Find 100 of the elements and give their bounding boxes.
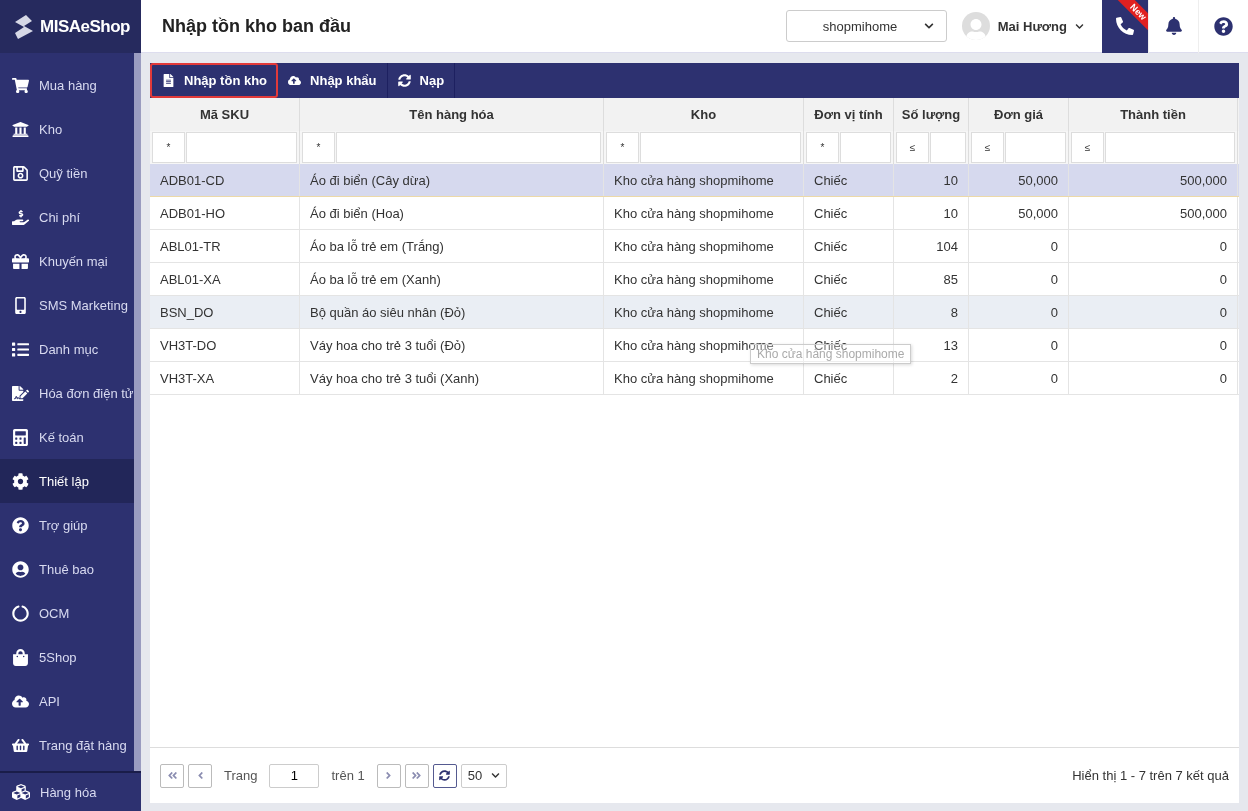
sidebar-item[interactable]: Danh mục xyxy=(0,327,134,371)
next-page-button[interactable] xyxy=(376,763,401,788)
chevron-icon xyxy=(923,21,934,31)
menu-icon xyxy=(12,648,29,666)
first-page-button[interactable] xyxy=(160,763,184,788)
sidebar-item[interactable]: Hàng hóa xyxy=(0,771,141,811)
table-row[interactable]: ABL01-XA Áo ba lỗ trẻ em (Xanh) Kho cửa hàng shopmihome Chiếc 85 0 0 xyxy=(150,263,1239,296)
table-cell: ADB01-CD xyxy=(150,164,300,196)
sidebar-item[interactable]: Kế toán xyxy=(0,415,134,459)
sidebar-item[interactable]: Trợ giúp xyxy=(0,503,134,547)
sidebar-item[interactable]: Kho xyxy=(0,107,134,151)
page-label: Trang xyxy=(224,768,258,783)
refresh-icon xyxy=(397,74,411,87)
cloud-upload-icon xyxy=(288,74,302,87)
page-size-select[interactable]: 50 xyxy=(460,763,507,788)
sidebar-item[interactable]: Trang đặt hàng xyxy=(0,723,134,767)
table-cell: ABL01-XA xyxy=(150,263,300,295)
table-cell: Bộ quần áo siêu nhân (Đỏ) xyxy=(300,296,604,328)
table-cell: 0 xyxy=(969,263,1069,295)
table-cell: Áo ba lỗ trẻ em (Trắng) xyxy=(300,230,604,262)
page-count: trên 1 xyxy=(331,768,365,783)
table-cell: Kho cửa hàng shopmihome xyxy=(604,197,804,229)
table-cell: 0 xyxy=(1069,230,1238,262)
table-cell: 0 xyxy=(969,329,1069,361)
filter-operator[interactable]: ≤ xyxy=(971,132,1004,163)
table-cell: Chiếc xyxy=(804,362,894,394)
filter-field[interactable] xyxy=(336,132,601,163)
filter-operator[interactable]: ≤ xyxy=(896,132,929,163)
menu-icon xyxy=(12,208,29,226)
sidebar-item[interactable]: SMS Marketing xyxy=(0,283,134,327)
result-summary: Hiển thị 1 - 7 trên 7 kết quả xyxy=(1072,768,1229,783)
table-row[interactable]: VH3T-XA Váy hoa cho trẻ 3 tuổi (Xanh) Kho cửa hàng shopmihome Chiếc 2 0 0 xyxy=(150,362,1239,395)
toolbar-button[interactable]: Nhập tồn kho xyxy=(150,63,279,98)
table-row[interactable]: ADB01-CD Áo đi biển (Cây dừa) Kho cửa hàng shopmihome Chiếc 10 50,000 500,000 xyxy=(150,164,1239,197)
filter-field[interactable] xyxy=(640,132,801,163)
filter-operator[interactable]: ≤ xyxy=(1071,132,1104,163)
table-cell: Chiếc xyxy=(804,263,894,295)
menu-icon xyxy=(12,340,29,358)
filter-operator[interactable]: * xyxy=(806,132,839,163)
store-select[interactable]: shopmihome xyxy=(785,10,947,42)
table-cell: 0 xyxy=(1069,296,1238,328)
filter-field[interactable] xyxy=(930,132,966,163)
refresh-button[interactable] xyxy=(432,763,457,788)
table-cell: 8 xyxy=(894,296,969,328)
table-cell: Áo đi biển (Hoa) xyxy=(300,197,604,229)
refresh-icon xyxy=(439,770,451,781)
sidebar-item[interactable]: API xyxy=(0,679,134,723)
table-cell: Váy hoa cho trẻ 3 tuổi (Đỏ) xyxy=(300,329,604,361)
help-icon xyxy=(1214,16,1233,36)
double-chevron-left-icon xyxy=(166,770,178,781)
menu-icon xyxy=(12,76,29,94)
sidebar-item[interactable]: Quỹ tiền xyxy=(0,151,134,195)
user-menu[interactable]: Mai Hương xyxy=(961,12,1084,40)
filter-operator[interactable]: * xyxy=(152,132,185,163)
sidebar-item[interactable]: Mua hàng xyxy=(0,63,134,107)
filter-operator[interactable]: * xyxy=(302,132,335,163)
table-cell: Áo ba lỗ trẻ em (Xanh) xyxy=(300,263,604,295)
menu-icon xyxy=(12,516,29,534)
table-cell: 500,000 xyxy=(1069,164,1238,196)
table-cell: 10 xyxy=(894,164,969,196)
sidebar-item[interactable]: Hóa đơn điện tử xyxy=(0,371,134,415)
sidebar-item[interactable]: Thuê bao xyxy=(0,547,134,591)
menu-icon xyxy=(12,736,29,754)
table-cell: 85 xyxy=(894,263,969,295)
filter-field[interactable] xyxy=(1005,132,1066,163)
table-cell: 0 xyxy=(1069,329,1238,361)
table-cell: 104 xyxy=(894,230,969,262)
table-cell: Áo đi biển (Cây dừa) xyxy=(300,164,604,196)
table-cell: Chiếc xyxy=(804,197,894,229)
sidebar-item[interactable]: 5Shop xyxy=(0,635,134,679)
sidebar-item[interactable]: OCM xyxy=(0,591,134,635)
table-cell: Kho cửa hàng shopmihome xyxy=(604,230,804,262)
table-cell: VH3T-DO xyxy=(150,329,300,361)
sidebar-item[interactable]: Chi phí xyxy=(0,195,134,239)
table-cell: Váy hoa cho trẻ 3 tuổi (Xanh) xyxy=(300,362,604,394)
filter-field[interactable] xyxy=(186,132,297,163)
table-cell: Kho cửa hàng shopmihome xyxy=(604,296,804,328)
menu-icon xyxy=(12,164,29,182)
table-row[interactable]: BSN_DO Bộ quần áo siêu nhân (Đỏ) Kho cửa hàng shopmihome Chiếc 8 0 0 xyxy=(150,296,1239,329)
table-cell: 0 xyxy=(969,296,1069,328)
filter-operator[interactable]: * xyxy=(606,132,639,163)
menu-icon xyxy=(12,560,29,578)
table-cell: Chiếc xyxy=(804,164,894,196)
chevron-icon xyxy=(1075,21,1084,31)
table-cell: Chiếc xyxy=(804,230,894,262)
table-cell: ABL01-TR xyxy=(150,230,300,262)
table-cell: 10 xyxy=(894,197,969,229)
filter-field[interactable] xyxy=(840,132,891,163)
menu-icon xyxy=(12,604,29,622)
table-cell: 0 xyxy=(969,362,1069,394)
double-chevron-right-icon xyxy=(411,770,423,781)
table-cell: 0 xyxy=(1069,362,1238,394)
avatar-icon xyxy=(961,12,990,40)
table-row[interactable]: ABL01-TR Áo ba lỗ trẻ em (Trắng) Kho cửa hàng shopmihome Chiếc 104 0 0 xyxy=(150,230,1239,263)
previous-page-button[interactable] xyxy=(188,763,212,788)
filter-field[interactable] xyxy=(1105,132,1235,163)
sidebar-item[interactable]: Khuyến mại xyxy=(0,239,134,283)
table-row[interactable]: ADB01-HO Áo đi biển (Hoa) Kho cửa hàng shopmihome Chiếc 10 50,000 500,000 xyxy=(150,197,1239,230)
page-field[interactable]: 1 xyxy=(269,763,320,788)
sidebar-item[interactable]: Thiết lập xyxy=(0,459,134,503)
